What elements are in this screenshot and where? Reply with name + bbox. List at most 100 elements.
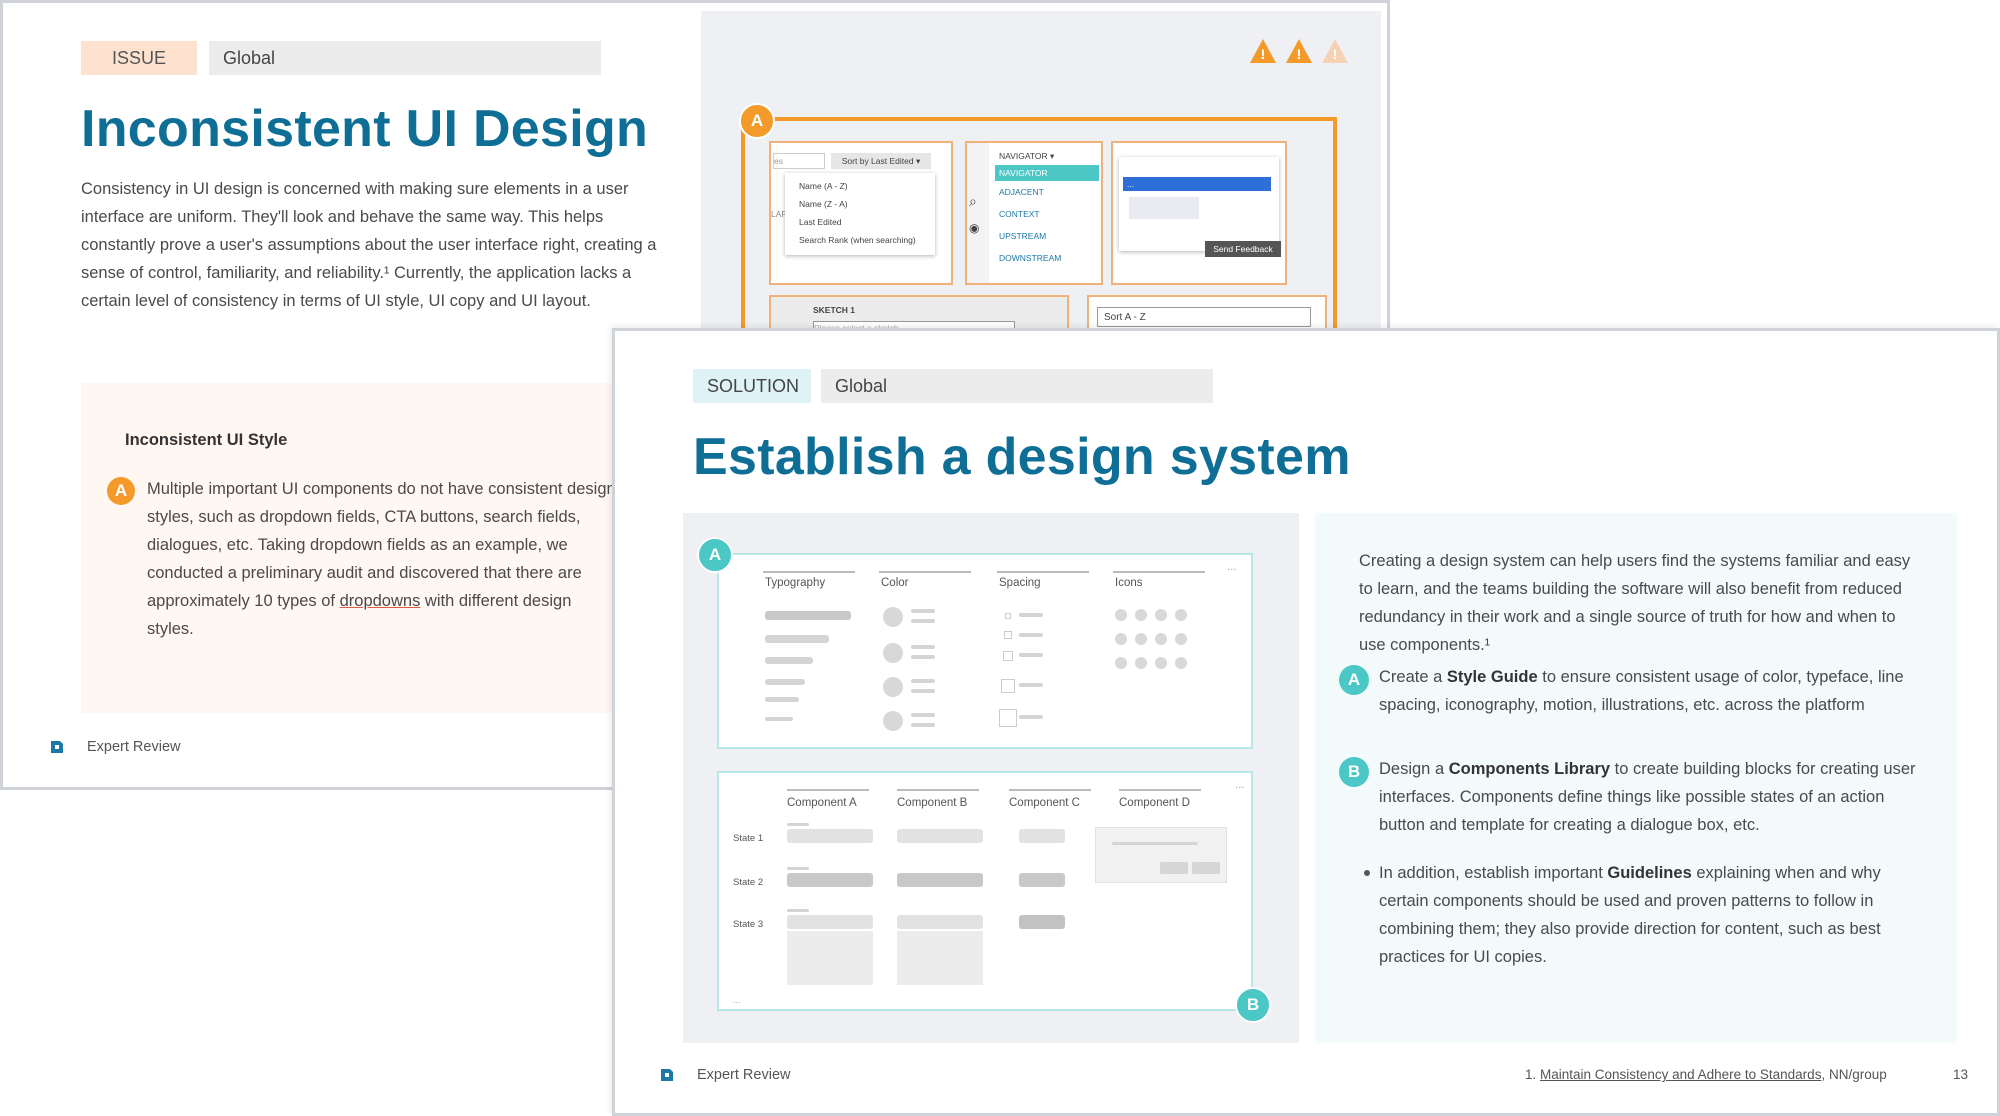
sort-option[interactable]: Search Rank (when searching): [799, 235, 916, 245]
component-a-label: Component A: [787, 797, 857, 809]
dialog-box: ...: [1119, 157, 1279, 251]
solution-tag: SOLUTION: [693, 369, 811, 403]
column-rule: [763, 571, 855, 573]
color-label: Color: [881, 577, 909, 589]
color-swatch-label: [911, 689, 935, 693]
color-swatch-label: [911, 723, 935, 727]
color-swatch-label: [911, 619, 935, 623]
warning-icon: ! ! !: [1250, 39, 1348, 63]
issue-paragraph: Consistency in UI design is concerned wi…: [81, 180, 657, 310]
item-b-text: Design a Components Library to create bu…: [1379, 755, 1919, 839]
navigator-option[interactable]: UPSTREAM: [999, 231, 1046, 241]
spacing-sample-label: [1019, 653, 1043, 657]
state-label: State 2: [733, 877, 764, 888]
dropdown-menu-sample: [787, 931, 873, 985]
typography-sample: [765, 611, 851, 620]
dialog-sample-button: [1160, 862, 1188, 874]
citation: 1. Maintain Consistency and Adhere to St…: [1525, 1067, 1887, 1082]
column-rule: [897, 789, 979, 791]
component-d-label: Component D: [1119, 797, 1190, 809]
components-library-term: Components Library: [1448, 760, 1611, 778]
spacing-sample-label: [1019, 715, 1043, 719]
component-c-label: Component C: [1009, 797, 1080, 809]
dialog-sample-button: [1192, 862, 1220, 874]
dropdown-label-sample: [787, 909, 809, 912]
icon-placeholder: [1155, 633, 1167, 645]
item-a-text: Create a Style Guide to ensure consisten…: [1379, 663, 1919, 719]
components-card: Component A Component B Component C Comp…: [717, 771, 1253, 1011]
spacing-label: Spacing: [999, 577, 1041, 589]
dialog-mock: ... Send Feedback: [1111, 141, 1287, 285]
scope-tag: Global: [209, 41, 601, 75]
search-field-sample: [897, 873, 983, 887]
spacing-sample: [999, 709, 1017, 727]
column-rule: [879, 571, 971, 573]
typography-sample: [765, 717, 793, 721]
icons-label: Icons: [1115, 577, 1143, 589]
style-guide-badge: A: [697, 537, 733, 573]
item-c-text: In addition, establish important Guideli…: [1379, 859, 1919, 971]
wireframe-panel: Typography Color Spacing Icons ... A Com…: [683, 513, 1299, 1043]
icon-placeholder: [1155, 657, 1167, 669]
navigator-option-selected[interactable]: NAVIGATOR: [995, 165, 1099, 181]
dialog-sample: [1095, 827, 1227, 883]
color-swatch-label: [911, 645, 935, 649]
eye-icon: ◉: [969, 221, 980, 235]
more-indicator: ...: [1227, 561, 1237, 573]
solution-text-panel: Creating a design system can help users …: [1315, 513, 1957, 1043]
sort-option[interactable]: Name (Z - A): [799, 199, 848, 209]
issue-title: Inconsistent UI Design: [81, 100, 649, 158]
spacing-sample-label: [1019, 613, 1043, 617]
typography-label: Typography: [765, 577, 826, 589]
typography-sample: [765, 657, 813, 664]
svg-text:!: !: [1333, 46, 1338, 62]
dropdowns-link[interactable]: dropdowns: [340, 592, 421, 610]
citation-suffix: , NN/group: [1821, 1067, 1887, 1082]
spacing-sample: [1001, 679, 1015, 693]
citation-link[interactable]: Maintain Consistency and Adhere to Stand…: [1540, 1067, 1821, 1082]
bullet-icon: [1364, 870, 1370, 876]
solution-slide: SOLUTION Global Establish a design syste…: [612, 328, 2000, 1116]
search-results-sample: [897, 931, 983, 985]
spacing-sample: [1004, 631, 1012, 639]
color-swatch: [883, 607, 903, 627]
color-swatch-label: [911, 713, 935, 717]
dialog-selected[interactable]: ...: [1123, 177, 1271, 191]
navigator-option[interactable]: CONTEXT: [999, 209, 1040, 219]
search-field-sample: [897, 915, 983, 929]
navigator-option[interactable]: DOWNSTREAM: [999, 253, 1061, 263]
components-badge: B: [1235, 987, 1271, 1023]
color-swatch-label: [911, 679, 935, 683]
brand-logo-icon: [51, 741, 63, 753]
navigator-button[interactable]: NAVIGATOR ▾: [999, 151, 1054, 162]
dropdown-label-sample: [787, 867, 809, 870]
icon-placeholder: [1175, 657, 1187, 669]
icon-placeholder: [1155, 609, 1167, 621]
spacing-sample: [1003, 651, 1013, 661]
issue-tag: ISSUE: [81, 41, 197, 75]
icon-placeholder: [1115, 609, 1127, 621]
navigator-option[interactable]: ADJACENT: [999, 187, 1044, 197]
more-indicator: ...: [733, 995, 741, 1006]
solution-title: Establish a design system: [693, 428, 1351, 486]
sort-menu: Name (A - Z) Name (Z - A) Last Edited Se…: [785, 173, 935, 255]
icon-placeholder: [1175, 633, 1187, 645]
callout-heading: Inconsistent UI Style: [125, 431, 288, 449]
column-rule: [997, 571, 1089, 573]
sort-select[interactable]: Sort A - Z: [1097, 307, 1311, 327]
sketch-label: SKETCH 1: [813, 305, 856, 315]
item-a-text-part: Create a: [1379, 668, 1447, 686]
column-rule: [787, 789, 869, 791]
more-indicator: ...: [1235, 779, 1245, 791]
sort-option[interactable]: Name (A - Z): [799, 181, 848, 191]
navigator-dropdown-mock: ⌕ ◉ NAVIGATOR ▾ NAVIGATOR ADJACENT CONTE…: [965, 141, 1103, 285]
navigator-toolbar: [967, 143, 989, 283]
button-sample: [1019, 829, 1065, 843]
page-number: 13: [1953, 1067, 1969, 1082]
solution-footer: Expert Review: [697, 1067, 791, 1083]
send-feedback-button[interactable]: Send Feedback: [1205, 241, 1281, 257]
sort-option[interactable]: Last Edited: [799, 217, 842, 227]
sort-button[interactable]: Sort by Last Edited ▾: [831, 153, 931, 169]
typography-sample: [765, 679, 805, 685]
icon-placeholder: [1135, 609, 1147, 621]
